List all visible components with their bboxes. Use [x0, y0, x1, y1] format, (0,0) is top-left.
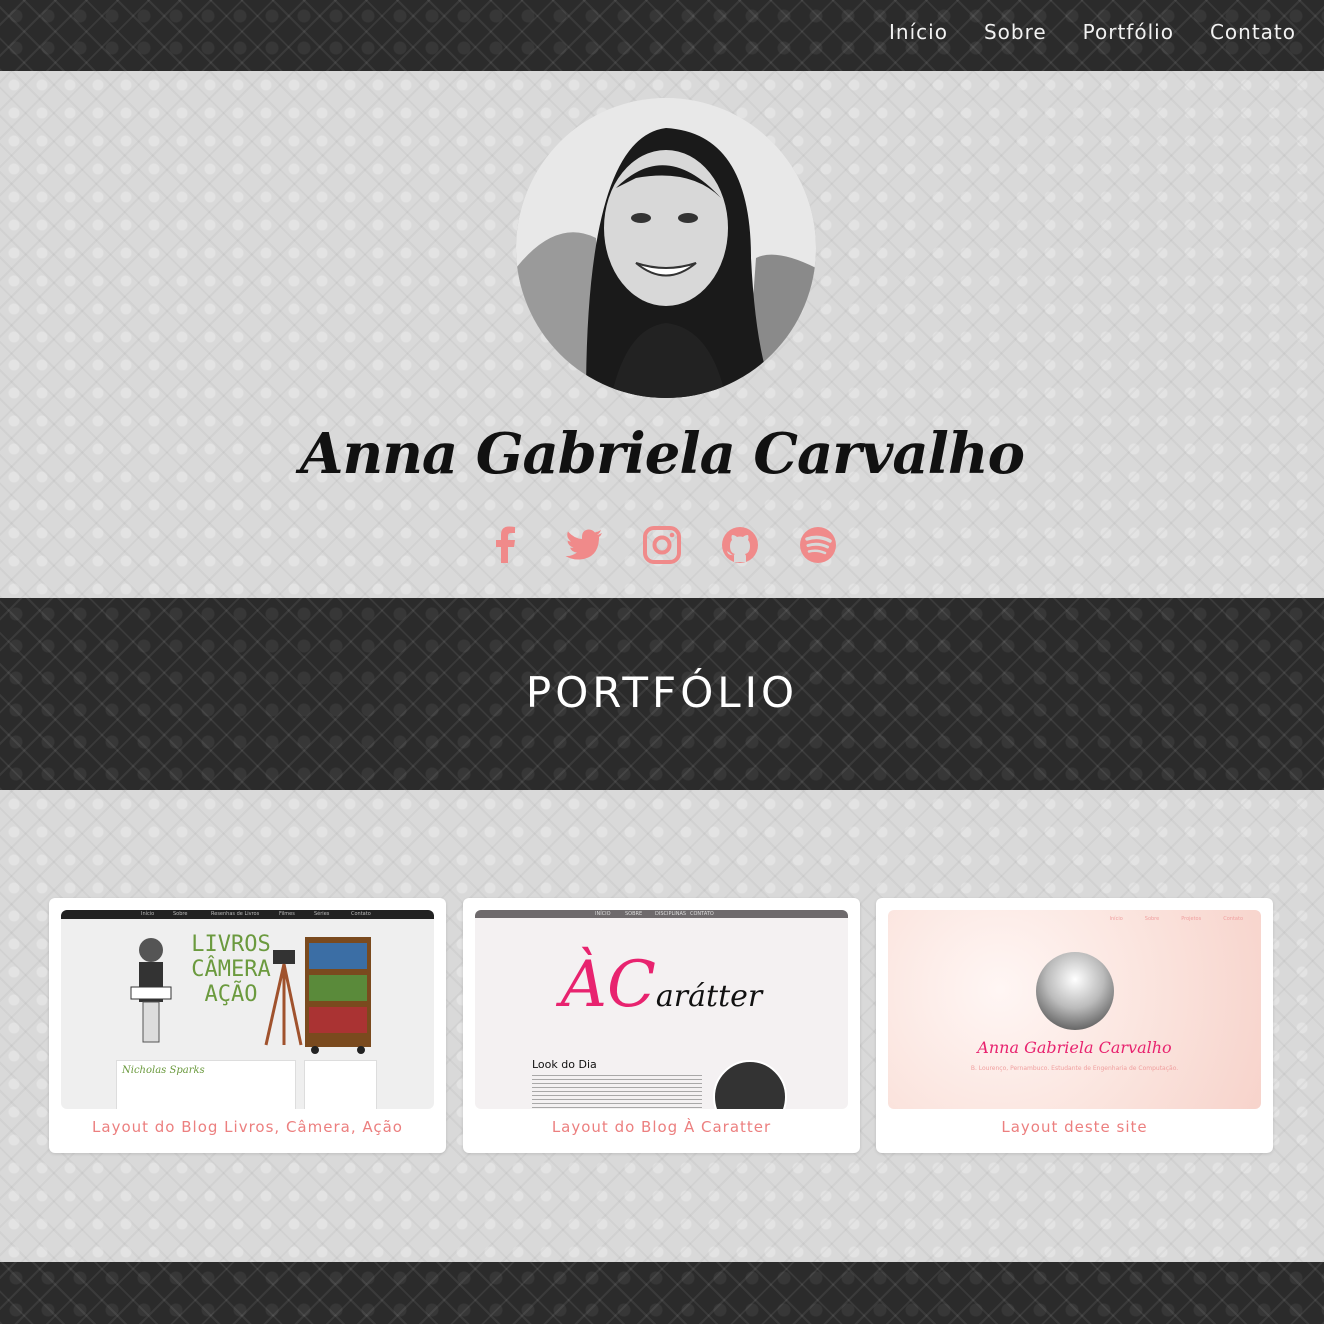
hero-section: Anna Gabriela Carvalho	[0, 71, 1324, 598]
card-caption[interactable]: Layout do Blog Livros, Câmera, Ação	[49, 1118, 446, 1136]
footer	[0, 1262, 1324, 1324]
card-caption[interactable]: Layout do Blog À Caratter	[463, 1118, 860, 1136]
thumb-text-lines	[532, 1075, 702, 1109]
nav-link-contato[interactable]: Contato	[1210, 20, 1296, 44]
spotify-icon[interactable]	[798, 523, 838, 567]
thumb-nav-item: Início	[1109, 916, 1123, 922]
top-navbar: Início Sobre Portfólio Contato	[0, 0, 1324, 71]
social-links	[0, 523, 1324, 567]
twitter-icon[interactable]	[564, 523, 604, 567]
thumb-nav-item: Projetos	[1181, 916, 1202, 922]
thumb-post-title: Look do Dia	[532, 1058, 597, 1071]
thumb-navbar: INÍCIO SOBRE DISCIPLINAS CONTATO	[475, 910, 848, 918]
thumb-navbar: Início Sobre Projetos Contato	[1110, 916, 1243, 922]
nav-link-sobre[interactable]: Sobre	[984, 20, 1047, 44]
thumb-name: Anna Gabriela Carvalho	[977, 1038, 1172, 1057]
facebook-icon[interactable]	[486, 523, 526, 567]
card-thumbnail: Início Sobre Projetos Contato Anna Gabri…	[888, 910, 1261, 1109]
hero-name: Anna Gabriela Carvalho	[300, 421, 1025, 487]
portfolio-header: PORTFÓLIO	[0, 598, 1324, 790]
thumb-nav-item: Contato	[351, 911, 371, 917]
thumb-logo-small: arátter	[655, 979, 763, 1014]
thumb-nav-item: INÍCIO	[595, 911, 611, 917]
thumb-post: Nicholas Sparks	[116, 1060, 296, 1109]
section-title: PORTFÓLIO	[525, 668, 799, 717]
camera-tripod-icon	[264, 950, 303, 1046]
thumb-nav-item: Sobre	[1144, 916, 1160, 922]
profile-photo	[516, 98, 816, 398]
thumb-avatar	[713, 1060, 787, 1109]
thumb-nav-item: Sobre	[173, 911, 188, 917]
thumb-nav-item: Filmes	[279, 911, 295, 917]
nav-link-inicio[interactable]: Início	[889, 20, 948, 44]
portfolio-card-this-site[interactable]: Início Sobre Projetos Contato Anna Gabri…	[876, 898, 1273, 1153]
card-thumbnail: Início Sobre Resenhas de Livros Filmes S…	[61, 910, 434, 1109]
thumb-nav-item: Resenhas de Livros	[211, 911, 260, 917]
thumb-nav-item: Séries	[314, 911, 330, 917]
thumb-post-title: Nicholas Sparks	[122, 1065, 205, 1076]
github-icon[interactable]	[720, 523, 760, 567]
thumb-sidebar	[304, 1060, 377, 1109]
nav-links: Início Sobre Portfólio Contato	[889, 20, 1296, 44]
bookshelf-icon	[305, 937, 371, 1054]
thumb-logo-big: ÀC	[560, 948, 656, 1022]
thumb-navbar: Início Sobre Resenhas de Livros Filmes S…	[61, 910, 434, 919]
illustration-girl-reading	[130, 938, 172, 1043]
card-thumbnail: INÍCIO SOBRE DISCIPLINAS CONTATO ÀCarátt…	[475, 910, 848, 1109]
thumb-nav-item: DISCIPLINAS	[655, 911, 687, 917]
thumb-avatar	[1036, 952, 1114, 1030]
card-caption[interactable]: Layout deste site	[876, 1118, 1273, 1136]
instagram-icon[interactable]	[642, 523, 682, 567]
thumb-subtitle: B. Lourenço, Pernambuco. Estudante de En…	[970, 1065, 1179, 1072]
portfolio-card-livros[interactable]: Início Sobre Resenhas de Livros Filmes S…	[49, 898, 446, 1153]
nav-link-portfolio[interactable]: Portfólio	[1083, 20, 1174, 44]
portfolio-card-acaratter[interactable]: INÍCIO SOBRE DISCIPLINAS CONTATO ÀCarátt…	[463, 898, 860, 1153]
thumb-nav-item: Início	[141, 911, 155, 917]
portfolio-section: Início Sobre Resenhas de Livros Filmes S…	[0, 790, 1324, 1262]
thumb-nav-item: Contato	[1223, 916, 1243, 922]
thumb-nav-item: SOBRE	[625, 911, 643, 917]
thumb-logo: ÀCarátter	[475, 948, 848, 1022]
thumb-nav-item: CONTATO	[690, 911, 714, 917]
